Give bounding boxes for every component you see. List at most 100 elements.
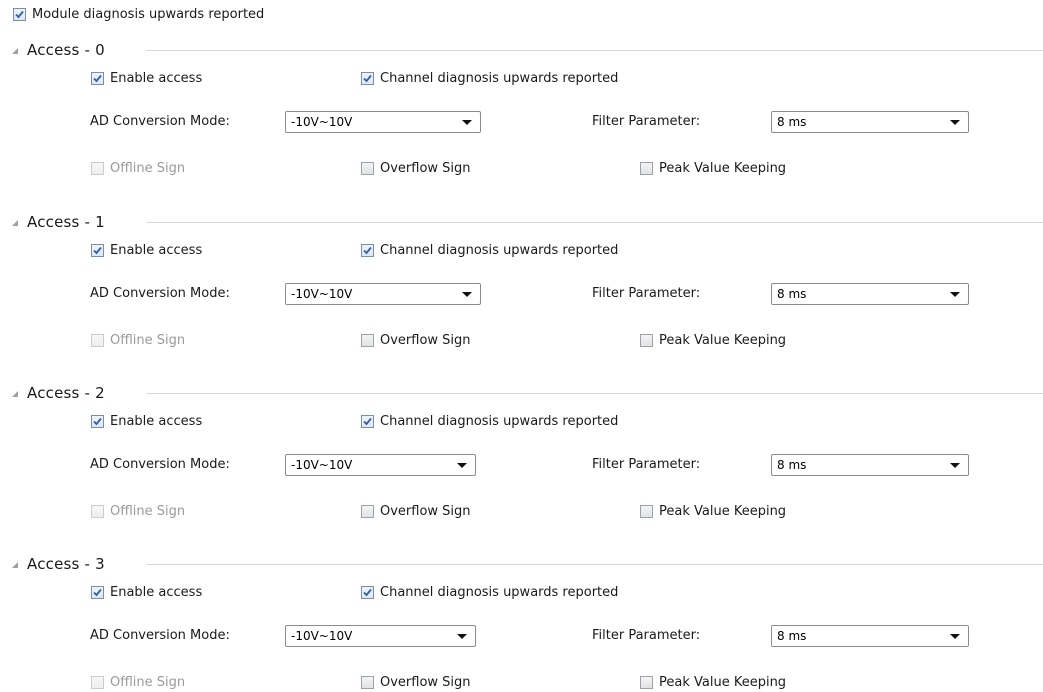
ad-conversion-mode-select[interactable]: -10V~10V <box>285 283 481 305</box>
channel-diagnosis-checkbox[interactable] <box>361 72 374 85</box>
enable-access-label: Enable access <box>110 585 203 600</box>
filter-parameter-label: Filter Parameter: <box>592 114 701 129</box>
checkmark-icon <box>15 10 24 19</box>
collapse-triangle-icon[interactable] <box>12 562 18 568</box>
ad-conversion-mode-select[interactable]: -10V~10V <box>285 111 481 133</box>
enable-access-checkbox[interactable] <box>91 244 104 257</box>
access-0-header[interactable]: Access - 0 <box>12 41 105 59</box>
channel-diagnosis-row[interactable]: Channel diagnosis upwards reported <box>361 71 618 86</box>
channel-diagnosis-label: Channel diagnosis upwards reported <box>380 243 619 258</box>
overflow-sign-checkbox[interactable] <box>361 162 374 175</box>
access-2-title: Access - 2 <box>27 384 105 402</box>
module-diagnosis-row[interactable]: Module diagnosis upwards reported <box>13 7 264 22</box>
enable-access-row[interactable]: Enable access <box>91 414 202 429</box>
filter-parameter-value: 8 ms <box>777 287 807 301</box>
checkmark-icon <box>363 417 372 426</box>
filter-parameter-select[interactable]: 8 ms <box>771 625 969 647</box>
access-section-2: Access - 2 Enable access Channel diagnos… <box>0 384 1043 534</box>
enable-access-row[interactable]: Enable access <box>91 243 202 258</box>
peak-value-keeping-checkbox[interactable] <box>640 162 653 175</box>
collapse-triangle-icon[interactable] <box>12 220 18 226</box>
dropdown-arrow-icon <box>462 119 472 125</box>
offline-sign-label: Offline Sign <box>110 333 186 348</box>
offline-sign-row: Offline Sign <box>91 675 185 690</box>
overflow-sign-checkbox[interactable] <box>361 676 374 689</box>
ad-conversion-mode-value: -10V~10V <box>291 115 353 129</box>
ad-conversion-mode-label: AD Conversion Mode: <box>90 457 230 472</box>
filter-parameter-value: 8 ms <box>777 115 807 129</box>
peak-value-keeping-checkbox[interactable] <box>640 676 653 689</box>
overflow-sign-checkbox[interactable] <box>361 505 374 518</box>
enable-access-row[interactable]: Enable access <box>91 71 202 86</box>
channel-diagnosis-row[interactable]: Channel diagnosis upwards reported <box>361 414 618 429</box>
filter-parameter-select[interactable]: 8 ms <box>771 111 969 133</box>
section-divider <box>146 564 1043 565</box>
offline-sign-checkbox <box>91 334 104 347</box>
access-3-header[interactable]: Access - 3 <box>12 555 105 573</box>
overflow-sign-row[interactable]: Overflow Sign <box>361 504 471 519</box>
ad-conversion-mode-label: AD Conversion Mode: <box>90 286 230 301</box>
checkmark-icon <box>363 74 372 83</box>
section-divider <box>146 50 1043 51</box>
channel-diagnosis-checkbox[interactable] <box>361 586 374 599</box>
dropdown-arrow-icon <box>950 119 960 125</box>
channel-diagnosis-row[interactable]: Channel diagnosis upwards reported <box>361 585 618 600</box>
access-1-header[interactable]: Access - 1 <box>12 213 105 231</box>
peak-value-keeping-label: Peak Value Keeping <box>659 333 787 348</box>
offline-sign-row: Offline Sign <box>91 161 185 176</box>
ad-conversion-mode-label: AD Conversion Mode: <box>90 114 230 129</box>
access-0-title: Access - 0 <box>27 41 105 59</box>
access-1-title: Access - 1 <box>27 213 105 231</box>
peak-value-keeping-row[interactable]: Peak Value Keeping <box>640 504 786 519</box>
section-divider <box>146 393 1043 394</box>
ad-conversion-mode-select[interactable]: -10V~10V <box>285 625 476 647</box>
ad-conversion-mode-value: -10V~10V <box>291 458 353 472</box>
dropdown-arrow-icon <box>462 291 472 297</box>
dropdown-arrow-icon <box>457 633 467 639</box>
offline-sign-row: Offline Sign <box>91 504 185 519</box>
collapse-triangle-icon[interactable] <box>12 391 18 397</box>
filter-parameter-select[interactable]: 8 ms <box>771 283 969 305</box>
access-section-1: Access - 1 Enable access Channel diagnos… <box>0 213 1043 363</box>
channel-diagnosis-label: Channel diagnosis upwards reported <box>380 414 619 429</box>
enable-access-checkbox[interactable] <box>91 72 104 85</box>
filter-parameter-label: Filter Parameter: <box>592 457 701 472</box>
ad-conversion-mode-select[interactable]: -10V~10V <box>285 454 476 476</box>
peak-value-keeping-row[interactable]: Peak Value Keeping <box>640 333 786 348</box>
overflow-sign-label: Overflow Sign <box>380 675 471 690</box>
filter-parameter-value: 8 ms <box>777 629 807 643</box>
overflow-sign-row[interactable]: Overflow Sign <box>361 675 471 690</box>
ad-conversion-mode-value: -10V~10V <box>291 287 353 301</box>
access-2-header[interactable]: Access - 2 <box>12 384 105 402</box>
checkmark-icon <box>93 246 102 255</box>
peak-value-keeping-row[interactable]: Peak Value Keeping <box>640 161 786 176</box>
offline-sign-label: Offline Sign <box>110 504 186 519</box>
enable-access-label: Enable access <box>110 414 203 429</box>
overflow-sign-checkbox[interactable] <box>361 334 374 347</box>
enable-access-row[interactable]: Enable access <box>91 585 202 600</box>
overflow-sign-row[interactable]: Overflow Sign <box>361 161 471 176</box>
checkmark-icon <box>93 588 102 597</box>
enable-access-checkbox[interactable] <box>91 586 104 599</box>
overflow-sign-label: Overflow Sign <box>380 333 471 348</box>
dropdown-arrow-icon <box>457 462 467 468</box>
channel-diagnosis-checkbox[interactable] <box>361 244 374 257</box>
checkmark-icon <box>363 588 372 597</box>
module-diagnosis-checkbox[interactable] <box>13 8 26 21</box>
overflow-sign-row[interactable]: Overflow Sign <box>361 333 471 348</box>
offline-sign-checkbox <box>91 162 104 175</box>
collapse-triangle-icon[interactable] <box>12 48 18 54</box>
peak-value-keeping-checkbox[interactable] <box>640 334 653 347</box>
channel-diagnosis-row[interactable]: Channel diagnosis upwards reported <box>361 243 618 258</box>
peak-value-keeping-label: Peak Value Keeping <box>659 504 787 519</box>
dropdown-arrow-icon <box>950 462 960 468</box>
filter-parameter-select[interactable]: 8 ms <box>771 454 969 476</box>
offline-sign-label: Offline Sign <box>110 161 186 176</box>
offline-sign-checkbox <box>91 505 104 518</box>
channel-diagnosis-label: Channel diagnosis upwards reported <box>380 585 619 600</box>
peak-value-keeping-row[interactable]: Peak Value Keeping <box>640 675 786 690</box>
enable-access-checkbox[interactable] <box>91 415 104 428</box>
channel-diagnosis-checkbox[interactable] <box>361 415 374 428</box>
peak-value-keeping-checkbox[interactable] <box>640 505 653 518</box>
offline-sign-checkbox <box>91 676 104 689</box>
